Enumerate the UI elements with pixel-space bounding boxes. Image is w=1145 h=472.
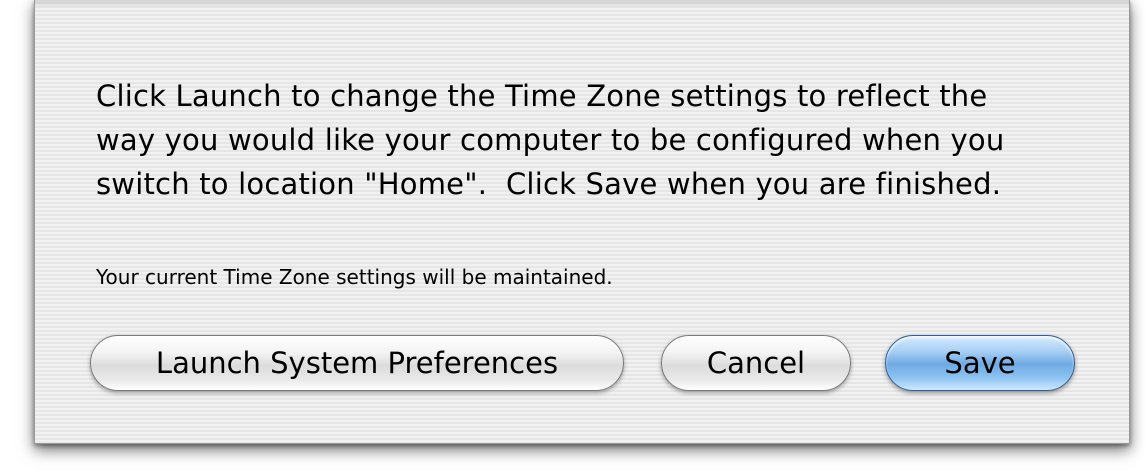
launch-system-preferences-button[interactable]: Launch System Preferences [90, 335, 624, 391]
dialog-message-line: switch to location "Home". Click Save wh… [96, 167, 1002, 201]
cancel-button[interactable]: Cancel [661, 335, 851, 391]
dialog-message: Click Launch to change the Time Zone set… [96, 74, 1096, 206]
dialog-note: Your current Time Zone settings will be … [96, 265, 613, 289]
save-button[interactable]: Save [885, 335, 1075, 391]
sheet-top-shadow [35, 0, 1129, 8]
dialog-message-line: way you would like your computer to be c… [96, 123, 1005, 157]
dialog-message-line: Click Launch to change the Time Zone set… [96, 79, 988, 113]
sheet-dialog: Click Launch to change the Time Zone set… [34, 0, 1130, 444]
